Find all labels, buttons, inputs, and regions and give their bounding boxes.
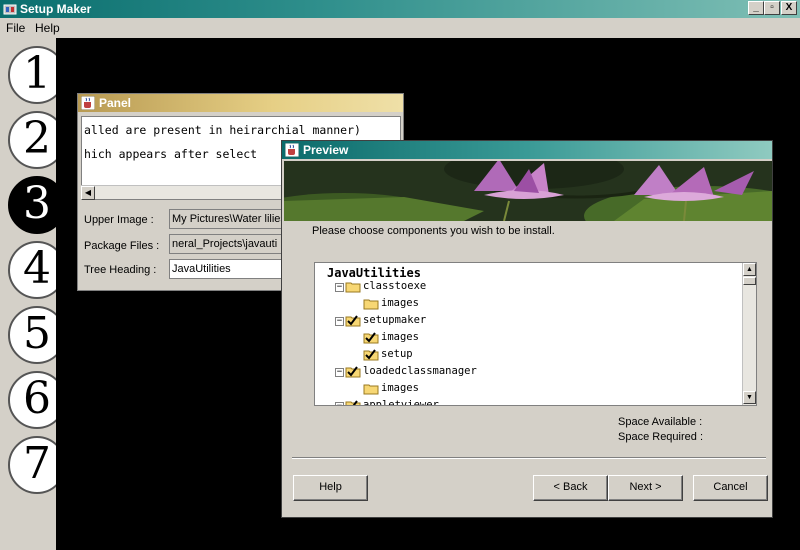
tree-node-label: classtoexe [363,280,427,292]
tree-node-label: images [381,382,419,394]
tree-node-label: images [381,331,419,343]
collapse-icon[interactable]: − [335,283,344,292]
restore-button[interactable]: ▫ [764,1,780,15]
setup-maker-app-icon [3,4,17,15]
preview-titlebar[interactable]: Preview [282,141,772,159]
window-titlebar[interactable]: Setup Maker _ ▫ X [0,0,800,18]
scroll-down-icon[interactable]: ▼ [743,391,756,404]
panel-title: Panel [99,96,132,110]
steps-sidebar: 1 2 3 4 5 6 7 [0,38,66,550]
collapse-icon[interactable]: − [335,368,344,377]
checked-folder-icon [345,315,361,327]
preview-window: Preview Please choose components you wis… [281,140,773,518]
menu-bar: File Help [0,18,800,38]
checked-folder-icon [363,332,379,344]
cancel-button[interactable]: Cancel [693,475,768,501]
checked-folder-icon [345,400,361,405]
folder-icon [363,299,379,310]
next-button[interactable]: Next > [608,475,683,501]
window-title: Setup Maker [20,2,92,16]
package-files-field[interactable]: neral_Projects\javauti [169,234,289,254]
java-cup-icon [285,143,299,157]
instruction-text: Please choose components you wish to be … [312,225,555,237]
tree-node-label: loadedclassmanager [363,365,477,377]
folder-icon [345,282,361,293]
back-button[interactable]: < Back [533,475,608,501]
tree-heading-field[interactable]: JavaUtilities [169,259,289,279]
scrollbar-thumb[interactable] [743,277,756,285]
button-separator [292,457,766,459]
tree-node-label: appletviewer [363,399,439,406]
space-available-label: Space Available : [618,416,703,428]
collapse-icon[interactable]: − [335,317,344,326]
scroll-up-icon[interactable]: ▲ [743,263,756,276]
menu-help[interactable]: Help [35,21,60,35]
folder-icon [363,384,379,395]
tree-vertical-scrollbar[interactable]: ▲ ▼ [742,263,756,405]
scroll-left-icon[interactable]: ◀ [81,186,95,200]
water-lilies-banner-image [284,161,772,221]
checked-folder-icon [345,366,361,378]
tree-root-label: JavaUtilities [327,266,421,280]
components-tree[interactable]: JavaUtilities − classtoexe images − setu… [314,262,757,406]
description-line-1: alled are present in heirarchial manner) [84,123,361,137]
tree-node-label: setupmaker [363,314,427,326]
checked-folder-icon [363,349,379,361]
menu-file[interactable]: File [6,21,25,35]
package-files-label: Package Files : [84,240,160,252]
tree-node-label: setup [381,348,413,360]
upper-image-label: Upper Image : [84,214,154,226]
tree-heading-label: Tree Heading : [84,264,157,276]
tree-node-label: images [381,297,419,309]
java-cup-icon [81,96,95,110]
collapse-icon[interactable]: − [335,402,344,405]
close-button[interactable]: X [781,1,797,15]
help-button[interactable]: Help [293,475,368,501]
space-required-label: Space Required : [618,431,703,443]
minimize-button[interactable]: _ [748,1,764,15]
description-line-2: hich appears after select [84,147,258,161]
preview-title: Preview [303,143,349,157]
upper-image-field[interactable]: My Pictures\Water lilies [169,209,289,229]
panel-titlebar[interactable]: Panel [78,94,403,112]
